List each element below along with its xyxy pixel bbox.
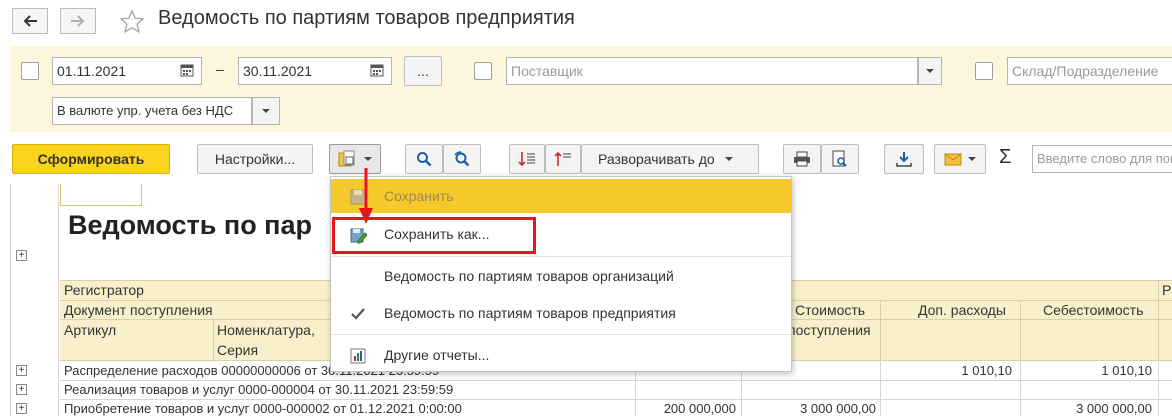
menu-separator: [331, 334, 791, 335]
supplier-dropdown-button[interactable]: [918, 57, 942, 85]
table-row-label: Приобретение товаров и услуг 0000-000002…: [64, 401, 462, 416]
report-title: Ведомость по пар: [68, 210, 313, 240]
print-preview-icon: [832, 150, 847, 167]
expand-all-button[interactable]: [509, 144, 545, 174]
search-placeholder: Введите слово для поиска: [1037, 151, 1172, 166]
header-receipt-document: Документ поступления: [64, 302, 213, 318]
calendar-icon[interactable]: [370, 63, 384, 80]
header-nomenclature: Номенклатура,: [217, 322, 315, 338]
arrow-right-icon: [71, 15, 85, 27]
header-add-expenses: Доп. расходы: [918, 302, 1006, 318]
checkmark-icon: [351, 308, 365, 320]
forward-button[interactable]: [60, 8, 96, 34]
table-row-quantity: 200 000,000: [663, 401, 736, 416]
envelope-icon: [944, 153, 962, 165]
period-select-button[interactable]: ...: [404, 56, 442, 86]
expand-row-icon[interactable]: +: [16, 384, 27, 395]
arrow-left-icon: [23, 15, 37, 27]
download-button[interactable]: [884, 144, 924, 174]
header-series: Серия: [217, 342, 259, 358]
collapse-rows-icon: [554, 151, 571, 166]
menu-item-enterprise-report[interactable]: Ведомость по партиям товаров предприятия: [331, 296, 791, 330]
table-row-prime-cost: 3 000 000,00: [1076, 401, 1152, 416]
warehouse-filter-checkbox[interactable]: [975, 62, 993, 80]
download-icon: [896, 152, 912, 167]
collapse-all-button[interactable]: [545, 144, 581, 174]
table-row-add-expenses: 1 010,10: [961, 363, 1012, 378]
header-cost-line2: поступления: [788, 322, 871, 338]
chevron-down-icon: [364, 157, 372, 161]
print-button[interactable]: [783, 144, 821, 174]
date-separator: –: [216, 61, 224, 77]
supplier-placeholder: Поставщик: [511, 63, 583, 79]
chevron-down-icon: [724, 157, 733, 161]
filter-panel: 01.11.2021 – 30.11.2021 ... Поставщик Ск…: [10, 46, 1172, 132]
sum-icon[interactable]: Σ: [999, 146, 1011, 169]
expand-row-icon[interactable]: +: [16, 365, 27, 376]
search-icon: [417, 152, 432, 167]
search-next-icon: [454, 151, 470, 167]
page-title: Ведомость по партиям товаров предприятия: [158, 7, 575, 29]
expand-group-icon[interactable]: +: [16, 250, 27, 261]
date-from-value: 01.11.2021: [57, 63, 127, 79]
expand-rows-icon: [518, 152, 535, 167]
date-filter-checkbox[interactable]: [21, 62, 39, 80]
calendar-icon[interactable]: [180, 63, 194, 80]
send-email-button[interactable]: [934, 144, 986, 174]
find-next-button[interactable]: [443, 144, 481, 174]
currency-field[interactable]: В валюте упр. учета без НДС: [52, 97, 252, 125]
report-variants-icon: [338, 150, 355, 167]
table-row-prime-cost: 1 010,10: [1101, 363, 1152, 378]
menu-separator: [331, 256, 791, 257]
annotation-highlight-box: [332, 217, 536, 254]
expand-to-button[interactable]: Разворачивать до: [581, 144, 759, 174]
settings-button[interactable]: Настройки...: [197, 144, 313, 174]
header-cost-line1: Стоимость: [795, 302, 866, 318]
back-button[interactable]: [12, 8, 48, 34]
generate-button[interactable]: Сформировать: [12, 144, 170, 174]
printer-icon: [794, 151, 810, 167]
menu-item-org-report[interactable]: Ведомость по партиям товаров организаций: [331, 259, 791, 293]
supplier-filter-checkbox[interactable]: [474, 62, 492, 80]
table-row-cost: 3 000 000,00: [800, 401, 876, 416]
other-reports-icon: [350, 348, 366, 364]
expand-row-icon[interactable]: +: [16, 403, 27, 414]
preview-button[interactable]: [821, 144, 859, 174]
warehouse-placeholder: Склад/Подразделение: [1012, 63, 1159, 79]
menu-item-save[interactable]: Сохранить: [331, 179, 791, 213]
chevron-down-icon: [926, 69, 934, 73]
chevron-down-icon: [968, 157, 976, 161]
supplier-field[interactable]: Поставщик: [506, 57, 918, 85]
favorite-star-icon[interactable]: [119, 9, 145, 38]
currency-value: В валюте упр. учета без НДС: [57, 103, 234, 118]
report-variants-menu: Сохранить Сохранить как... Ведомость по …: [330, 176, 792, 372]
menu-item-other-reports[interactable]: Другие отчеты...: [331, 338, 791, 372]
currency-dropdown-button[interactable]: [252, 97, 280, 125]
search-input[interactable]: Введите слово для поиска: [1032, 145, 1172, 173]
date-to-value: 30.11.2021: [243, 63, 313, 79]
date-to-field[interactable]: 30.11.2021: [238, 57, 392, 85]
warehouse-field[interactable]: Склад/Подразделение: [1007, 57, 1172, 85]
header-prime-cost: Себестоимость: [1043, 302, 1144, 318]
header-article: Артикул: [64, 322, 117, 338]
header-extra: Р: [1162, 282, 1172, 298]
table-row-label: Реализация товаров и услуг 0000-000004 о…: [64, 382, 454, 397]
find-button[interactable]: [405, 144, 443, 174]
chevron-down-icon: [262, 109, 270, 113]
header-registrator: Регистратор: [64, 282, 144, 298]
